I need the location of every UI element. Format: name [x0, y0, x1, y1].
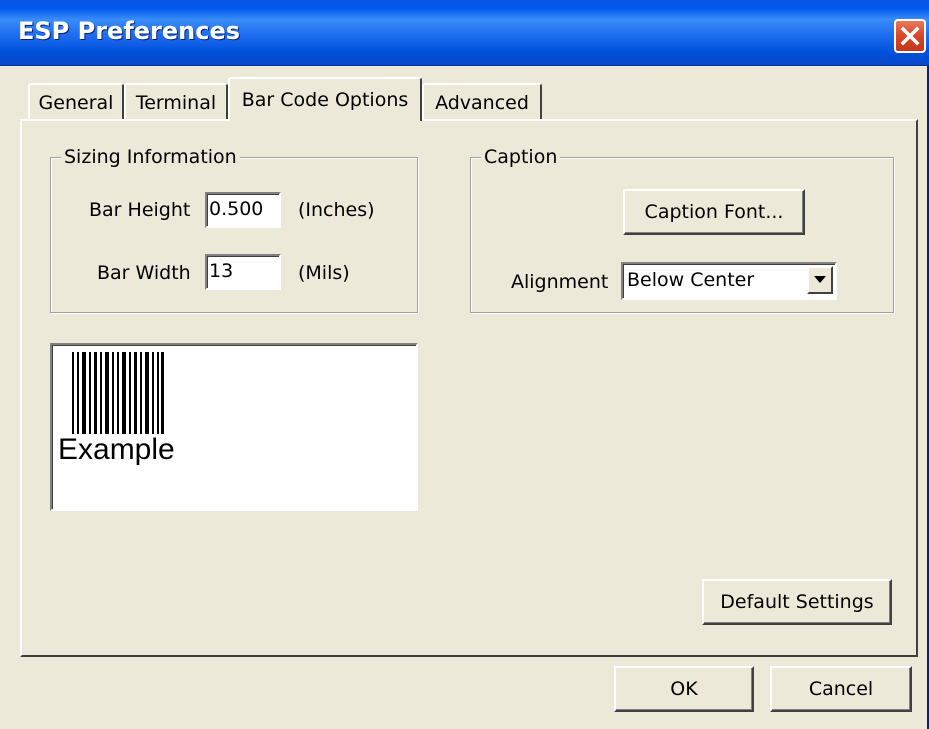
cancel-button-label: Cancel: [808, 678, 874, 700]
bar-width-input[interactable]: 13: [205, 254, 281, 290]
sizing-information-title: Sizing Information: [61, 146, 240, 168]
alignment-select-value: Below Center: [627, 269, 755, 291]
tab-terminal-label: Terminal: [135, 92, 217, 114]
chevron-down-icon: [814, 276, 826, 283]
bar-height-input[interactable]: 0.500: [205, 192, 281, 228]
alignment-dropdown-button[interactable]: [807, 266, 833, 294]
tab-bar-code-options[interactable]: Bar Code Options: [228, 77, 422, 121]
barcode-preview: Example: [50, 343, 418, 511]
bar-height-label: Bar Height: [89, 199, 191, 221]
title-bar[interactable]: ESP Preferences: [0, 0, 929, 66]
caption-title: Caption: [481, 146, 561, 168]
default-settings-button[interactable]: Default Settings: [702, 579, 892, 625]
dialog-window: ESP Preferences General Terminal Bar Cod…: [0, 0, 929, 729]
caption-group: Caption Caption Font... Alignment Below …: [470, 146, 894, 313]
tab-panel-bar-code-options: Sizing Information Bar Height 0.500 (Inc…: [20, 119, 918, 657]
alignment-select[interactable]: Below Center: [621, 262, 837, 300]
close-button[interactable]: [894, 19, 926, 53]
preview-example-text: Example: [58, 433, 175, 466]
tab-advanced[interactable]: Advanced: [422, 83, 542, 121]
alignment-label: Alignment: [511, 271, 609, 293]
default-settings-button-label: Default Settings: [720, 591, 874, 613]
window-title: ESP Preferences: [18, 17, 241, 45]
cancel-button[interactable]: Cancel: [770, 666, 912, 712]
tab-terminal[interactable]: Terminal: [124, 83, 228, 121]
bar-width-label: Bar Width: [97, 262, 191, 284]
close-icon: [900, 26, 920, 46]
bar-width-unit: (Mils): [298, 262, 350, 284]
sizing-information-group: Sizing Information Bar Height 0.500 (Inc…: [50, 146, 418, 313]
ok-button-label: OK: [670, 678, 698, 700]
tab-general-label: General: [38, 92, 114, 114]
caption-font-button[interactable]: Caption Font...: [623, 189, 805, 235]
tab-general[interactable]: General: [28, 83, 124, 121]
ok-button[interactable]: OK: [614, 666, 754, 712]
bar-height-unit: (Inches): [298, 199, 375, 221]
tab-advanced-label: Advanced: [435, 92, 529, 114]
tab-bar-code-options-label: Bar Code Options: [241, 89, 409, 111]
barcode-icon: [72, 352, 164, 434]
caption-font-button-label: Caption Font...: [644, 201, 784, 223]
